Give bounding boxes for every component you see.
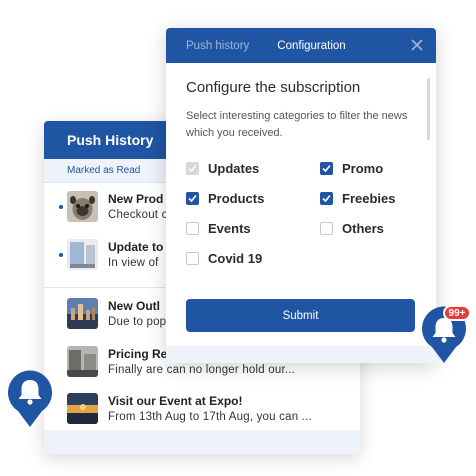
thumbnail-pug-image <box>67 191 98 222</box>
option-label: Updates <box>208 160 260 176</box>
configuration-header: Push history Configuration <box>166 28 436 63</box>
submit-button[interactable]: Submit <box>186 299 415 332</box>
history-item-body: Finally are can no longer hold our... <box>108 364 296 376</box>
bell-icon[interactable] <box>6 370 54 428</box>
history-item-body: From 13th Aug to 17th Aug, you can ... <box>108 411 312 423</box>
option-label: Products <box>208 190 265 206</box>
option-updates: Updates <box>186 159 259 177</box>
thumbnail-sunset-image <box>67 393 98 424</box>
option-others[interactable]: Others <box>320 219 384 237</box>
checkbox-updates <box>186 161 199 175</box>
configuration-title: Configure the subscription <box>186 79 361 96</box>
option-events[interactable]: Events <box>186 219 251 237</box>
tab-configuration[interactable]: Configuration <box>263 28 359 63</box>
push-history-footer <box>44 430 360 454</box>
close-icon[interactable] <box>410 38 424 52</box>
check-icon <box>188 164 197 172</box>
scrollbar[interactable] <box>427 78 430 140</box>
history-item[interactable]: Visit our Event at Expo! From 13th Aug t… <box>44 386 360 432</box>
tab-push-history[interactable]: Push history <box>166 28 263 63</box>
check-icon <box>322 164 331 172</box>
option-label: Freebies <box>342 190 396 206</box>
checkbox-events[interactable] <box>186 221 199 235</box>
option-products[interactable]: Products <box>186 189 264 207</box>
unread-dot <box>59 205 63 209</box>
check-icon <box>322 194 331 202</box>
configuration-description: Select interesting categories to filter … <box>186 110 408 139</box>
thumbnail-window-image <box>67 239 98 270</box>
option-covid-19[interactable]: Covid 19 <box>186 249 262 267</box>
checkbox-others[interactable] <box>320 221 333 235</box>
history-item-title: Visit our Event at Expo! <box>108 394 243 408</box>
notification-badge: 99+ <box>443 305 471 321</box>
thumbnail-street-image <box>67 346 98 377</box>
option-promo[interactable]: Promo <box>320 159 383 177</box>
checkbox-covid-19[interactable] <box>186 251 199 265</box>
checkbox-promo[interactable] <box>320 161 333 175</box>
option-label: Covid 19 <box>208 250 263 266</box>
unread-dot <box>59 253 63 257</box>
check-icon <box>188 194 197 202</box>
option-label: Others <box>342 220 384 236</box>
checkbox-freebies[interactable] <box>320 191 333 205</box>
option-label: Events <box>208 220 251 236</box>
checkbox-products[interactable] <box>186 191 199 205</box>
thumbnail-city-image <box>67 298 98 329</box>
option-freebies[interactable]: Freebies <box>320 189 395 207</box>
configuration-footer <box>166 346 436 363</box>
option-label: Promo <box>342 160 384 176</box>
configuration-panel: Push history Configuration Configure the… <box>166 28 436 363</box>
marked-as-read-link[interactable]: Marked as Read <box>67 165 140 176</box>
push-history-title: Push History <box>67 132 154 148</box>
